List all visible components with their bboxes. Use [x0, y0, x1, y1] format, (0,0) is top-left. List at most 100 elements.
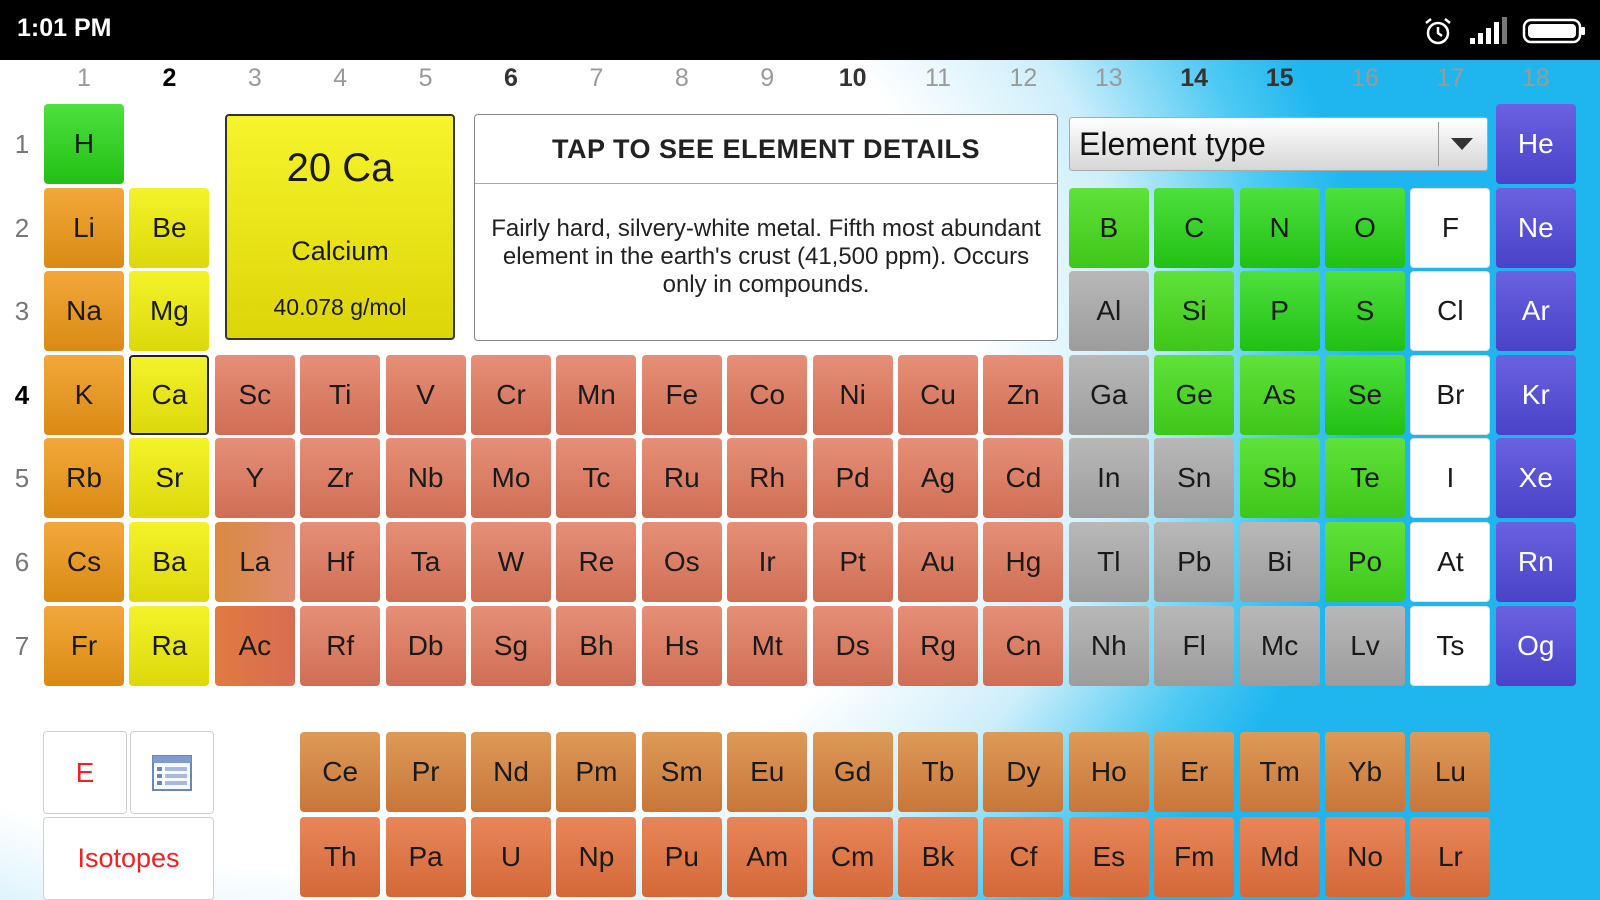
element-mt[interactable]: Mt	[727, 605, 808, 686]
element-sg[interactable]: Sg	[471, 605, 551, 686]
element-lv[interactable]: Lv	[1325, 605, 1405, 686]
element-tb[interactable]: Tb	[898, 732, 978, 812]
element-ne[interactable]: Ne	[1495, 187, 1576, 268]
element-in[interactable]: In	[1068, 438, 1149, 519]
element-al[interactable]: Al	[1068, 271, 1149, 352]
element-te[interactable]: Te	[1325, 438, 1405, 519]
element-bh[interactable]: Bh	[556, 605, 637, 686]
element-ca[interactable]: Ca	[129, 354, 210, 435]
element-cm[interactable]: Cm	[812, 817, 893, 897]
element-np[interactable]: Np	[556, 817, 637, 897]
element-mn[interactable]: Mn	[556, 354, 637, 435]
element-pt[interactable]: Pt	[812, 522, 893, 602]
element-th[interactable]: Th	[300, 817, 381, 897]
element-o[interactable]: O	[1325, 187, 1405, 268]
element-v[interactable]: V	[385, 354, 466, 435]
element-f[interactable]: F	[1410, 187, 1491, 268]
element-se[interactable]: Se	[1325, 354, 1405, 435]
element-na[interactable]: Na	[44, 271, 124, 352]
element-br[interactable]: Br	[1410, 354, 1491, 435]
element-c[interactable]: C	[1154, 187, 1235, 268]
element-ga[interactable]: Ga	[1068, 354, 1149, 435]
element-mo[interactable]: Mo	[471, 438, 551, 519]
element-pm[interactable]: Pm	[556, 732, 637, 812]
element-os[interactable]: Os	[641, 522, 722, 602]
element-ag[interactable]: Ag	[898, 438, 978, 519]
element-bk[interactable]: Bk	[898, 817, 978, 897]
element-ho[interactable]: Ho	[1068, 732, 1149, 812]
element-as[interactable]: As	[1239, 354, 1320, 435]
element-tc[interactable]: Tc	[556, 438, 637, 519]
element-og[interactable]: Og	[1495, 605, 1576, 686]
element-pu[interactable]: Pu	[641, 817, 722, 897]
element-fr[interactable]: Fr	[44, 605, 124, 686]
element-sn[interactable]: Sn	[1154, 438, 1235, 519]
element-hf[interactable]: Hf	[300, 522, 381, 602]
element-y[interactable]: Y	[214, 438, 295, 519]
element-hg[interactable]: Hg	[983, 522, 1064, 602]
element-yb[interactable]: Yb	[1325, 732, 1405, 812]
element-nb[interactable]: Nb	[385, 438, 466, 519]
selected-element-box[interactable]: 20 Ca Calcium 40.078 g/mol	[225, 114, 455, 340]
element-dy[interactable]: Dy	[983, 732, 1064, 812]
element-md[interactable]: Md	[1239, 817, 1320, 897]
element-pa[interactable]: Pa	[385, 817, 466, 897]
element-rg[interactable]: Rg	[898, 605, 978, 686]
element-es[interactable]: Es	[1068, 817, 1149, 897]
element-i[interactable]: I	[1410, 438, 1491, 519]
element-fl[interactable]: Fl	[1154, 605, 1235, 686]
element-ds[interactable]: Ds	[812, 605, 893, 686]
element-co[interactable]: Co	[727, 354, 808, 435]
element-cd[interactable]: Cd	[983, 438, 1064, 519]
element-re[interactable]: Re	[556, 522, 637, 602]
element-ta[interactable]: Ta	[385, 522, 466, 602]
element-zr[interactable]: Zr	[300, 438, 381, 519]
element-si[interactable]: Si	[1154, 271, 1235, 352]
element-p[interactable]: P	[1239, 271, 1320, 352]
element-b[interactable]: B	[1068, 187, 1149, 268]
element-type-dropdown[interactable]: Element type	[1069, 117, 1488, 171]
element-at[interactable]: At	[1410, 522, 1491, 602]
element-ir[interactable]: Ir	[727, 522, 808, 602]
element-mg[interactable]: Mg	[129, 271, 210, 352]
element-sm[interactable]: Sm	[641, 732, 722, 812]
e-button[interactable]: E	[43, 731, 127, 814]
element-ts[interactable]: Ts	[1410, 605, 1491, 686]
element-be[interactable]: Be	[129, 187, 210, 268]
element-bi[interactable]: Bi	[1239, 522, 1320, 602]
element-hs[interactable]: Hs	[641, 605, 722, 686]
element-nh[interactable]: Nh	[1068, 605, 1149, 686]
element-nd[interactable]: Nd	[471, 732, 551, 812]
element-lr[interactable]: Lr	[1410, 817, 1491, 897]
element-kr[interactable]: Kr	[1495, 354, 1576, 435]
element-lu[interactable]: Lu	[1410, 732, 1491, 812]
element-po[interactable]: Po	[1325, 522, 1405, 602]
element-ti[interactable]: Ti	[300, 354, 381, 435]
element-ge[interactable]: Ge	[1154, 354, 1235, 435]
element-gd[interactable]: Gd	[812, 732, 893, 812]
element-au[interactable]: Au	[898, 522, 978, 602]
element-pd[interactable]: Pd	[812, 438, 893, 519]
element-tm[interactable]: Tm	[1239, 732, 1320, 812]
element-rh[interactable]: Rh	[727, 438, 808, 519]
element-sc[interactable]: Sc	[214, 354, 295, 435]
element-no[interactable]: No	[1325, 817, 1405, 897]
element-ar[interactable]: Ar	[1495, 271, 1576, 352]
element-h[interactable]: H	[44, 104, 124, 184]
list-view-button[interactable]	[130, 731, 214, 814]
element-la[interactable]: La	[214, 522, 295, 602]
element-er[interactable]: Er	[1154, 732, 1235, 812]
element-pb[interactable]: Pb	[1154, 522, 1235, 602]
element-rb[interactable]: Rb	[44, 438, 124, 519]
element-ni[interactable]: Ni	[812, 354, 893, 435]
element-mc[interactable]: Mc	[1239, 605, 1320, 686]
element-fe[interactable]: Fe	[641, 354, 722, 435]
isotopes-button[interactable]: Isotopes	[43, 817, 214, 900]
element-n[interactable]: N	[1239, 187, 1320, 268]
element-cs[interactable]: Cs	[44, 522, 124, 602]
element-rn[interactable]: Rn	[1495, 522, 1576, 602]
element-cl[interactable]: Cl	[1410, 271, 1491, 352]
element-cu[interactable]: Cu	[898, 354, 978, 435]
element-w[interactable]: W	[471, 522, 551, 602]
details-header[interactable]: TAP TO SEE ELEMENT DETAILS	[475, 115, 1057, 184]
